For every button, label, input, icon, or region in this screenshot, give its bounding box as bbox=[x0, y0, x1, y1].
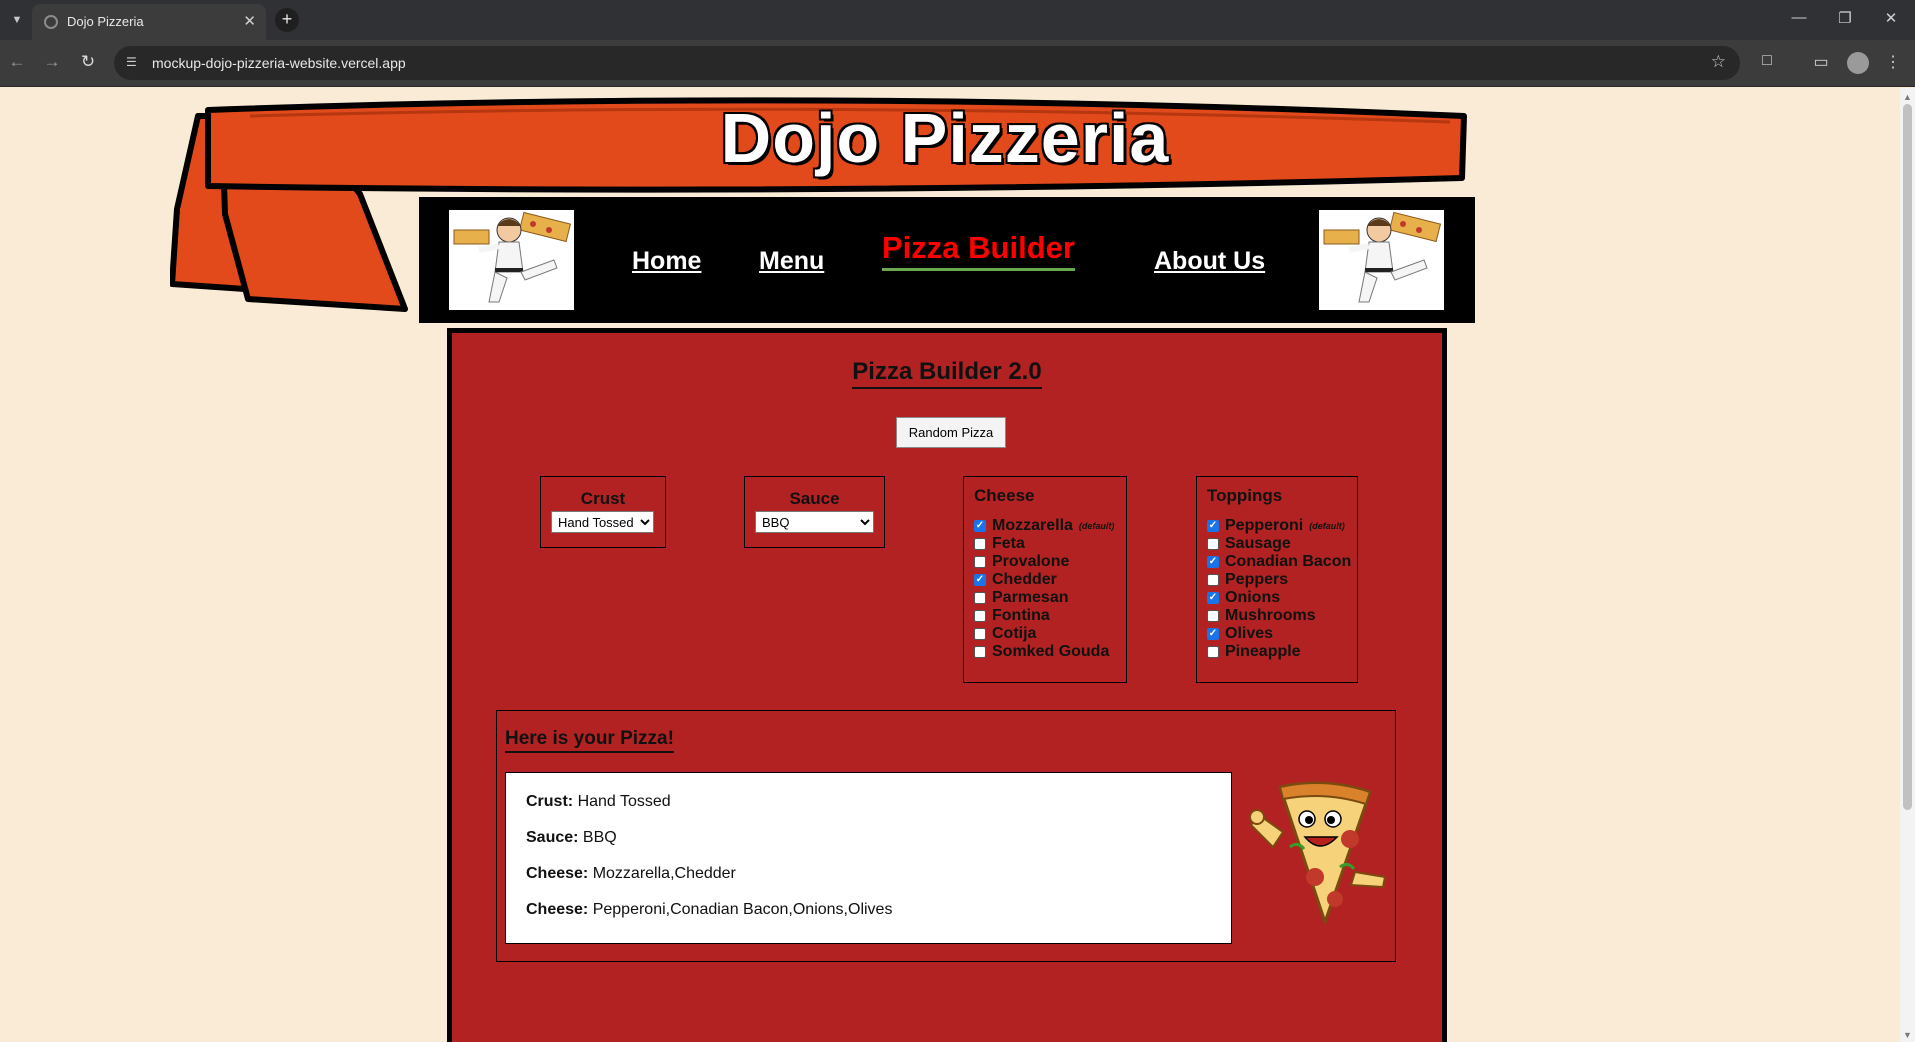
extensions-icon[interactable]: □ bbox=[1756, 52, 1778, 70]
checkbox[interactable] bbox=[974, 592, 986, 604]
result-title: Here is your Pizza! bbox=[505, 728, 674, 753]
tab-title: Dojo Pizzeria bbox=[67, 14, 144, 29]
karate-chef-logo-right bbox=[1319, 210, 1444, 310]
topping-option[interactable]: ✓ Onions bbox=[1207, 589, 1357, 607]
checkbox[interactable] bbox=[974, 556, 986, 568]
cast-icon[interactable]: ▭ bbox=[1810, 52, 1832, 72]
back-icon[interactable]: ← bbox=[6, 52, 28, 72]
topping-option[interactable]: Mushrooms bbox=[1207, 607, 1357, 625]
crust-select[interactable]: Hand Tossed bbox=[551, 511, 654, 533]
topping-option[interactable]: Sausage bbox=[1207, 535, 1357, 553]
window-close-icon[interactable]: ✕ bbox=[1881, 9, 1901, 27]
scroll-down-icon[interactable]: ▼ bbox=[1903, 1030, 1912, 1040]
close-icon[interactable]: ✕ bbox=[243, 12, 256, 30]
scroll-thumb[interactable] bbox=[1903, 104, 1912, 810]
checkbox-checked[interactable]: ✓ bbox=[1207, 592, 1219, 604]
site-settings-icon[interactable]: ☰ bbox=[126, 55, 142, 71]
main-nav: Home Menu Pizza Builder About Us bbox=[419, 197, 1475, 323]
cheese-option[interactable]: Somked Gouda bbox=[974, 643, 1126, 661]
restore-icon[interactable]: ❐ bbox=[1835, 9, 1855, 27]
topping-option[interactable]: ✓ Conadian Bacon bbox=[1207, 553, 1357, 571]
more-menu-icon[interactable]: ⋮ bbox=[1882, 52, 1904, 72]
result-line-cheese: Cheese: Mozzarella,Chedder bbox=[526, 865, 736, 882]
scroll-up-icon[interactable]: ▲ bbox=[1903, 92, 1912, 102]
karate-chef-icon bbox=[1323, 211, 1442, 303]
pizza-builder-panel: Pizza Builder 2.0 Random Pizza Crust Han… bbox=[447, 328, 1447, 1042]
cheese-option[interactable]: Cotija bbox=[974, 625, 1126, 643]
cheese-option[interactable]: Parmesan bbox=[974, 589, 1126, 607]
profile-avatar[interactable] bbox=[1847, 52, 1869, 74]
sauce-select[interactable]: BBQ bbox=[755, 511, 874, 533]
checkbox[interactable] bbox=[1207, 538, 1219, 550]
karate-chef-icon bbox=[453, 211, 572, 303]
checkbox-checked[interactable]: ✓ bbox=[1207, 556, 1219, 568]
cheese-option[interactable]: Feta bbox=[974, 535, 1126, 553]
checkbox[interactable] bbox=[1207, 610, 1219, 622]
topping-option[interactable]: ✓ Olives bbox=[1207, 625, 1357, 643]
new-tab-button[interactable]: + bbox=[275, 8, 299, 32]
bookmark-star-icon[interactable]: ☆ bbox=[1711, 52, 1726, 72]
checkbox[interactable] bbox=[1207, 646, 1219, 658]
checkbox-checked[interactable]: ✓ bbox=[1207, 520, 1219, 532]
page-scrollbar[interactable]: ▲ ▼ bbox=[1900, 88, 1915, 1042]
globe-icon bbox=[44, 15, 58, 29]
browser-toolbar: ← → ↻ ☰ mockup-dojo-pizzeria-website.ver… bbox=[0, 40, 1915, 87]
site-title: Dojo Pizzeria bbox=[720, 99, 1170, 177]
crust-label: Crust bbox=[580, 489, 626, 508]
browser-tab[interactable]: Dojo Pizzeria ✕ bbox=[32, 4, 266, 40]
checkbox[interactable] bbox=[974, 646, 986, 658]
cheese-label: Cheese bbox=[974, 486, 1035, 505]
result-card: Crust: Hand Tossed Sauce: BBQ Cheese: Mo… bbox=[505, 772, 1232, 944]
random-pizza-button[interactable]: Random Pizza bbox=[896, 417, 1006, 448]
checkbox-checked[interactable]: ✓ bbox=[974, 574, 986, 586]
crust-box: Crust Hand Tossed bbox=[540, 476, 666, 548]
address-bar[interactable]: ☰ mockup-dojo-pizzeria-website.vercel.ap… bbox=[114, 46, 1740, 80]
default-note: (default) bbox=[1309, 521, 1345, 531]
nav-pizza-builder-link[interactable]: Pizza Builder bbox=[882, 230, 1075, 271]
tab-search-icon[interactable]: ▼ bbox=[6, 9, 28, 31]
nav-home-link[interactable]: Home bbox=[632, 247, 701, 276]
result-line-crust: Crust: Hand Tossed bbox=[526, 793, 671, 810]
checkbox[interactable] bbox=[974, 610, 986, 622]
topping-option[interactable]: Peppers bbox=[1207, 571, 1357, 589]
builder-title-wrap: Pizza Builder 2.0 bbox=[452, 358, 1442, 389]
cheese-list: ✓ Mozzarella (default) Feta Provalone ✓ Che… bbox=[974, 517, 1126, 661]
cheese-option[interactable]: ✓ Chedder bbox=[974, 571, 1126, 589]
topping-option[interactable]: Pineapple bbox=[1207, 643, 1357, 661]
browser-tab-bar: ▼ Dojo Pizzeria ✕ + — ❐ ✕ bbox=[0, 0, 1915, 40]
nav-about-us-link[interactable]: About Us bbox=[1154, 247, 1265, 276]
karate-chef-logo-left bbox=[449, 210, 574, 310]
checkbox-checked[interactable]: ✓ bbox=[974, 520, 986, 532]
checkbox[interactable] bbox=[1207, 574, 1219, 586]
pizza-slice-mascot-icon bbox=[1249, 781, 1387, 924]
checkbox[interactable] bbox=[974, 538, 986, 550]
page-viewport: Dojo Pizzeria Home Menu Pizza Builder Ab… bbox=[0, 88, 1915, 1042]
cheese-option[interactable]: Provalone bbox=[974, 553, 1126, 571]
sauce-box: Sauce BBQ bbox=[744, 476, 885, 548]
sauce-label: Sauce bbox=[789, 489, 840, 508]
cheese-option[interactable]: Fontina bbox=[974, 607, 1126, 625]
forward-icon[interactable]: → bbox=[41, 52, 63, 72]
topping-option[interactable]: ✓ Pepperoni (default) bbox=[1207, 517, 1357, 535]
checkbox-checked[interactable]: ✓ bbox=[1207, 628, 1219, 640]
toppings-label: Toppings bbox=[1207, 486, 1283, 505]
reload-icon[interactable]: ↻ bbox=[77, 52, 99, 72]
cheese-box: Cheese ✓ Mozzarella (default) Feta Provalo… bbox=[963, 476, 1127, 683]
toppings-list: ✓ Pepperoni (default) Sausage ✓ Conadian Ba… bbox=[1207, 517, 1357, 661]
minimize-icon[interactable]: — bbox=[1789, 9, 1809, 26]
checkbox[interactable] bbox=[974, 628, 986, 640]
url-text: mockup-dojo-pizzeria-website.vercel.app bbox=[152, 55, 406, 71]
nav-menu-link[interactable]: Menu bbox=[759, 247, 824, 276]
toppings-box: Toppings ✓ Pepperoni (default) Sausage ✓ Co… bbox=[1196, 476, 1358, 683]
result-line-toppings: Cheese: Pepperoni,Conadian Bacon,Onions,… bbox=[526, 901, 893, 918]
default-note: (default) bbox=[1078, 521, 1115, 531]
pizza-result-section: Here is your Pizza! Crust: Hand Tossed S… bbox=[496, 710, 1396, 962]
result-line-sauce: Sauce: BBQ bbox=[526, 829, 617, 846]
builder-title: Pizza Builder 2.0 bbox=[852, 358, 1042, 389]
cheese-option[interactable]: ✓ Mozzarella (default) bbox=[974, 517, 1126, 535]
